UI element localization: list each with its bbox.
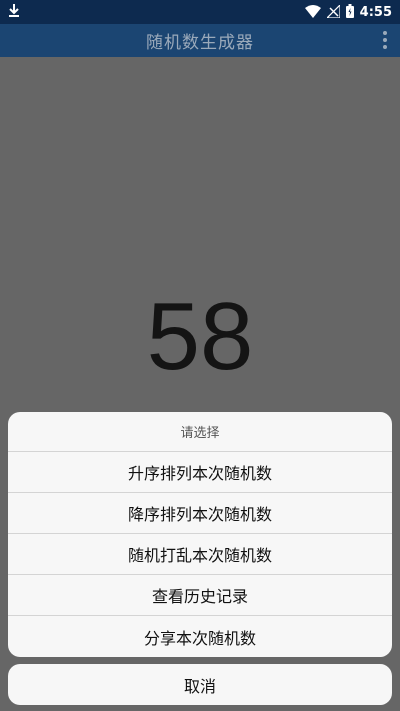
- overflow-menu-icon[interactable]: [382, 30, 388, 50]
- app-bar: 随机数生成器: [0, 24, 400, 57]
- signal-icon: [325, 3, 341, 22]
- status-right: 4:55: [304, 3, 392, 22]
- share-option[interactable]: 分享本次随机数: [8, 616, 392, 657]
- status-left: [8, 3, 20, 22]
- sort-ascending-option[interactable]: 升序排列本次随机数: [8, 452, 392, 493]
- sort-descending-option[interactable]: 降序排列本次随机数: [8, 493, 392, 534]
- wifi-icon: [304, 3, 321, 22]
- screen: 4:55 随机数生成器 58 请选择 升序排列本次随机数 降序排列本次随机数 随…: [0, 0, 400, 711]
- app-title: 随机数生成器: [146, 33, 254, 53]
- status-bar: 4:55: [0, 0, 400, 24]
- action-sheet: 请选择 升序排列本次随机数 降序排列本次随机数 随机打乱本次随机数 查看历史记录…: [8, 412, 392, 657]
- battery-icon: [345, 3, 354, 22]
- action-sheet-title: 请选择: [8, 412, 392, 452]
- download-icon: [8, 3, 20, 22]
- shuffle-option[interactable]: 随机打乱本次随机数: [8, 534, 392, 575]
- cancel-button[interactable]: 取消: [8, 664, 392, 705]
- status-time: 4:55: [359, 4, 392, 20]
- view-history-option[interactable]: 查看历史记录: [8, 575, 392, 616]
